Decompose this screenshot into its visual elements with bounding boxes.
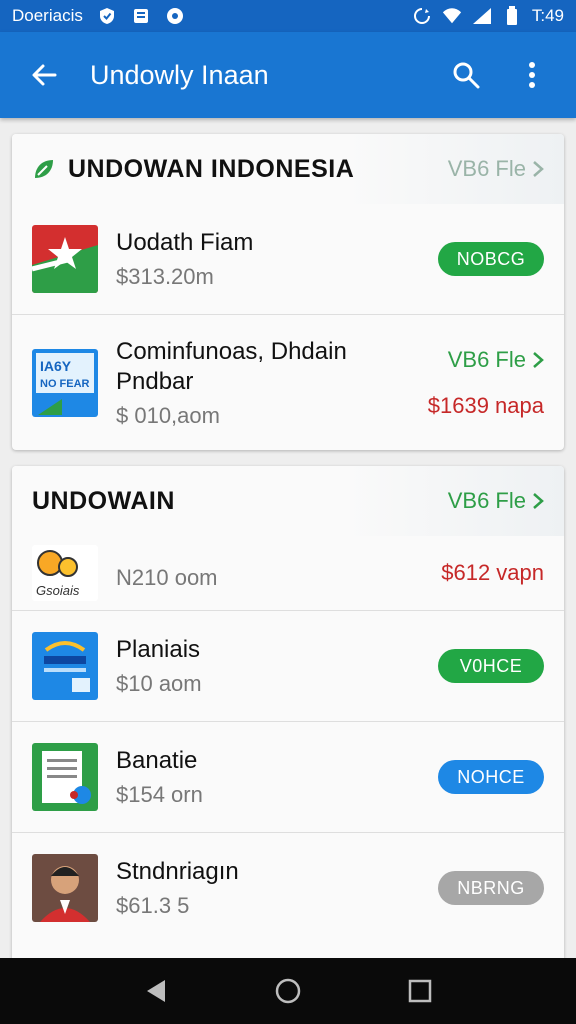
action-button[interactable]: NOBCG (438, 242, 544, 276)
list-item[interactable]: Banatie $154 orn NOHCE (12, 721, 564, 832)
item-price: $313.20m (116, 264, 214, 289)
back-arrow-icon[interactable] (20, 51, 68, 99)
search-icon[interactable] (442, 51, 490, 99)
item-name: Planiais (116, 636, 201, 663)
app-thumbnail: Gsoiais (32, 545, 98, 601)
avatar (32, 854, 98, 922)
battery-icon (502, 6, 522, 26)
action-button[interactable]: NBRNG (438, 871, 544, 905)
list-item[interactable]: Stndnriagın $61.3 5 NBRNG (12, 832, 564, 943)
page-title: Undowly Inaan (90, 59, 269, 90)
chevron-right-icon (533, 493, 544, 509)
action-button[interactable]: NOHCE (438, 760, 544, 794)
section-card-undowain: UNDOWAIN VB6 Fle Gsoiais N210 oom $612 v… (12, 466, 564, 962)
message-notification-icon (131, 6, 151, 26)
app-thumbnail (32, 632, 98, 700)
signal-icon (472, 6, 492, 26)
list-item[interactable]: Uodath Fiam $313.20m NOBCG (12, 204, 564, 314)
more-vert-icon[interactable] (508, 51, 556, 99)
item-name: Cominfunoas, Dhdain Pndbar (116, 337, 347, 395)
item-price: N210 oom (116, 565, 218, 590)
recents-square-icon[interactable] (396, 967, 444, 1015)
item-name: Banatie (116, 747, 198, 774)
chevron-right-icon (533, 161, 544, 177)
section-header: UNDOWAN INDONESIA VB6 Fle (12, 134, 564, 204)
item-price: $154 orn (116, 782, 203, 807)
wifi-icon (442, 6, 462, 26)
item-right-price: $1639 napa (427, 392, 544, 418)
circle-notification-icon (165, 6, 185, 26)
item-name: Stndnriagın (116, 858, 239, 885)
status-time: T:49 (531, 6, 564, 25)
list-item[interactable]: IA6Y NO FEAR Cominfunoas, Dhdain Pndbar $… (12, 314, 564, 450)
app-thumbnail: IA6Y NO FEAR (32, 348, 98, 417)
status-carrier: Doeriacis (12, 6, 83, 25)
sync-icon (412, 6, 432, 26)
back-triangle-icon[interactable] (132, 967, 180, 1015)
section-title: UNDOWAN INDONESIA (68, 154, 355, 183)
section-header: UNDOWAIN VB6 Fle (12, 466, 564, 536)
item-price: $10 aom (116, 671, 202, 696)
list-item[interactable]: Gsoiais N210 oom $612 vapn (12, 536, 564, 610)
leaf-icon (32, 157, 56, 181)
view-file-label: VB6 Fle (447, 156, 526, 181)
section-title: UNDOWAIN (32, 486, 175, 515)
status-bar: Doeriacis T:49 (0, 0, 576, 32)
shield-notification-icon (97, 6, 117, 26)
home-circle-icon[interactable] (264, 967, 312, 1015)
view-file-label: VB6 Fle (447, 346, 526, 372)
system-nav-bar (0, 958, 576, 1024)
item-right-price: $612 vapn (441, 560, 544, 585)
app-thumbnail (32, 743, 98, 811)
chevron-right-icon (533, 351, 544, 368)
app-thumbnail (32, 225, 98, 293)
list-item[interactable]: Planiais $10 aom V0HCE (12, 610, 564, 721)
section-card-indonesia: UNDOWAN INDONESIA VB6 Fle Uodath Fiam $3… (12, 134, 564, 450)
view-file-link[interactable]: VB6 Fle (448, 156, 544, 182)
svg-text:NO FEAR: NO FEAR (40, 378, 90, 390)
svg-text:Gsoiais: Gsoiais (36, 583, 80, 598)
view-file-link[interactable]: VB6 Fle (448, 488, 544, 514)
item-name: Uodath Fiam (116, 229, 254, 256)
action-button[interactable]: V0HCE (438, 649, 544, 683)
view-file-link[interactable]: VB6 Fle (448, 347, 544, 373)
svg-text:IA6Y: IA6Y (40, 358, 72, 374)
item-price: $ 010,aom (116, 402, 220, 428)
item-price: $61.3 5 (116, 893, 190, 918)
app-bar: Undowly Inaan (0, 32, 576, 118)
view-file-label: VB6 Fle (447, 488, 526, 513)
